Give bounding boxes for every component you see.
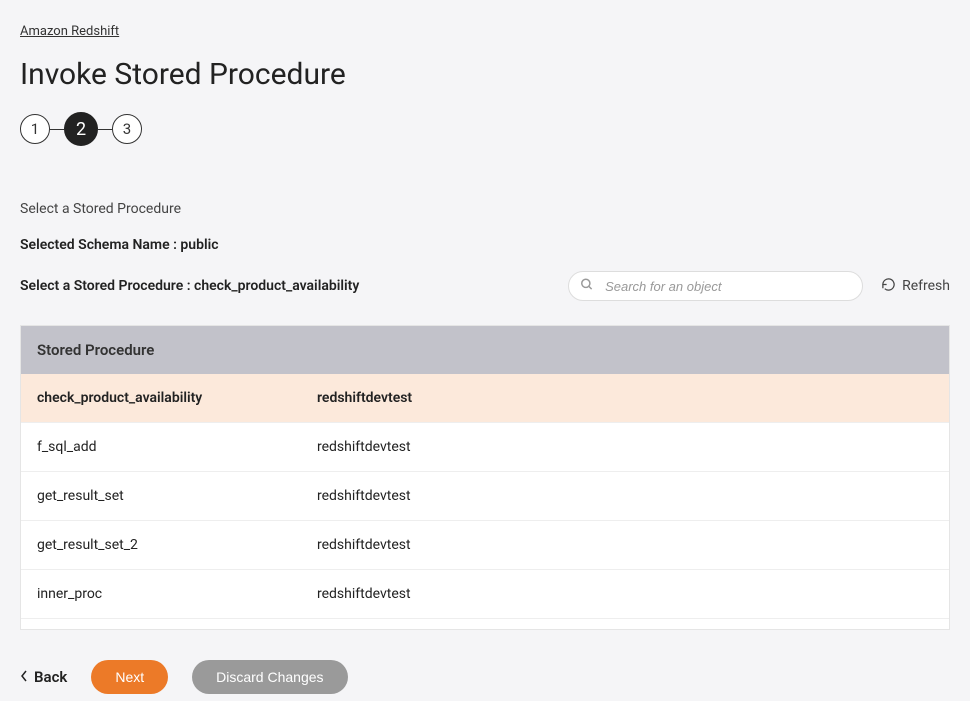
refresh-button[interactable]: Refresh (881, 277, 950, 296)
schema-line: Selected Schema Name : public (20, 237, 950, 253)
section-label: Select a Stored Procedure (20, 201, 950, 217)
chevron-left-icon (20, 668, 28, 686)
proc-name: get_result_set (37, 488, 317, 504)
back-label: Back (34, 668, 67, 686)
proc-name: f_sql_add (37, 439, 317, 455)
stepper: 1 2 3 (20, 112, 950, 146)
search-icon (580, 277, 594, 296)
table-row[interactable]: get_result_set_2redshiftdevtest (21, 521, 949, 570)
page-title: Invoke Stored Procedure (20, 57, 950, 92)
select-line: Select a Stored Procedure : check_produc… (20, 278, 359, 294)
schema-name: public (180, 237, 218, 253)
step-1[interactable]: 1 (20, 114, 50, 144)
step-connector (50, 129, 64, 130)
step-3[interactable]: 3 (112, 114, 142, 144)
breadcrumb[interactable]: Amazon Redshift (20, 24, 119, 39)
table-row[interactable]: f_sql_addredshiftdevtest (21, 423, 949, 472)
table-row[interactable]: inner_procredshiftdevtest (21, 570, 949, 619)
select-label-prefix: Select a Stored Procedure : (20, 278, 194, 294)
step-connector (98, 129, 112, 130)
schema-label-prefix: Selected Schema Name : (20, 237, 180, 253)
proc-db: redshiftdevtest (317, 439, 933, 455)
refresh-label: Refresh (902, 278, 950, 294)
discard-button[interactable]: Discard Changes (192, 660, 347, 694)
proc-db: redshiftdevtest (317, 488, 933, 504)
back-button[interactable]: Back (20, 668, 67, 686)
search-input[interactable] (568, 271, 863, 301)
proc-name: check_product_availability (37, 390, 317, 406)
next-button[interactable]: Next (91, 660, 168, 694)
procedure-table: Stored Procedure check_product_availabil… (20, 325, 950, 630)
table-header: Stored Procedure (21, 326, 949, 374)
proc-name: get_result_set_2 (37, 537, 317, 553)
table-row[interactable]: get_result_setredshiftdevtest (21, 472, 949, 521)
selected-proc: check_product_availability (194, 278, 359, 294)
step-2[interactable]: 2 (64, 112, 98, 146)
proc-name: inner_proc (37, 586, 317, 602)
table-row[interactable]: check_product_availabilityredshiftdevtes… (21, 374, 949, 423)
proc-db: redshiftdevtest (317, 390, 933, 406)
table-body[interactable]: check_product_availabilityredshiftdevtes… (21, 374, 949, 629)
footer: Back Next Discard Changes (20, 660, 950, 694)
proc-db: redshiftdevtest (317, 537, 933, 553)
refresh-icon (881, 277, 896, 296)
search-wrap (568, 271, 863, 301)
proc-db: redshiftdevtest (317, 586, 933, 602)
